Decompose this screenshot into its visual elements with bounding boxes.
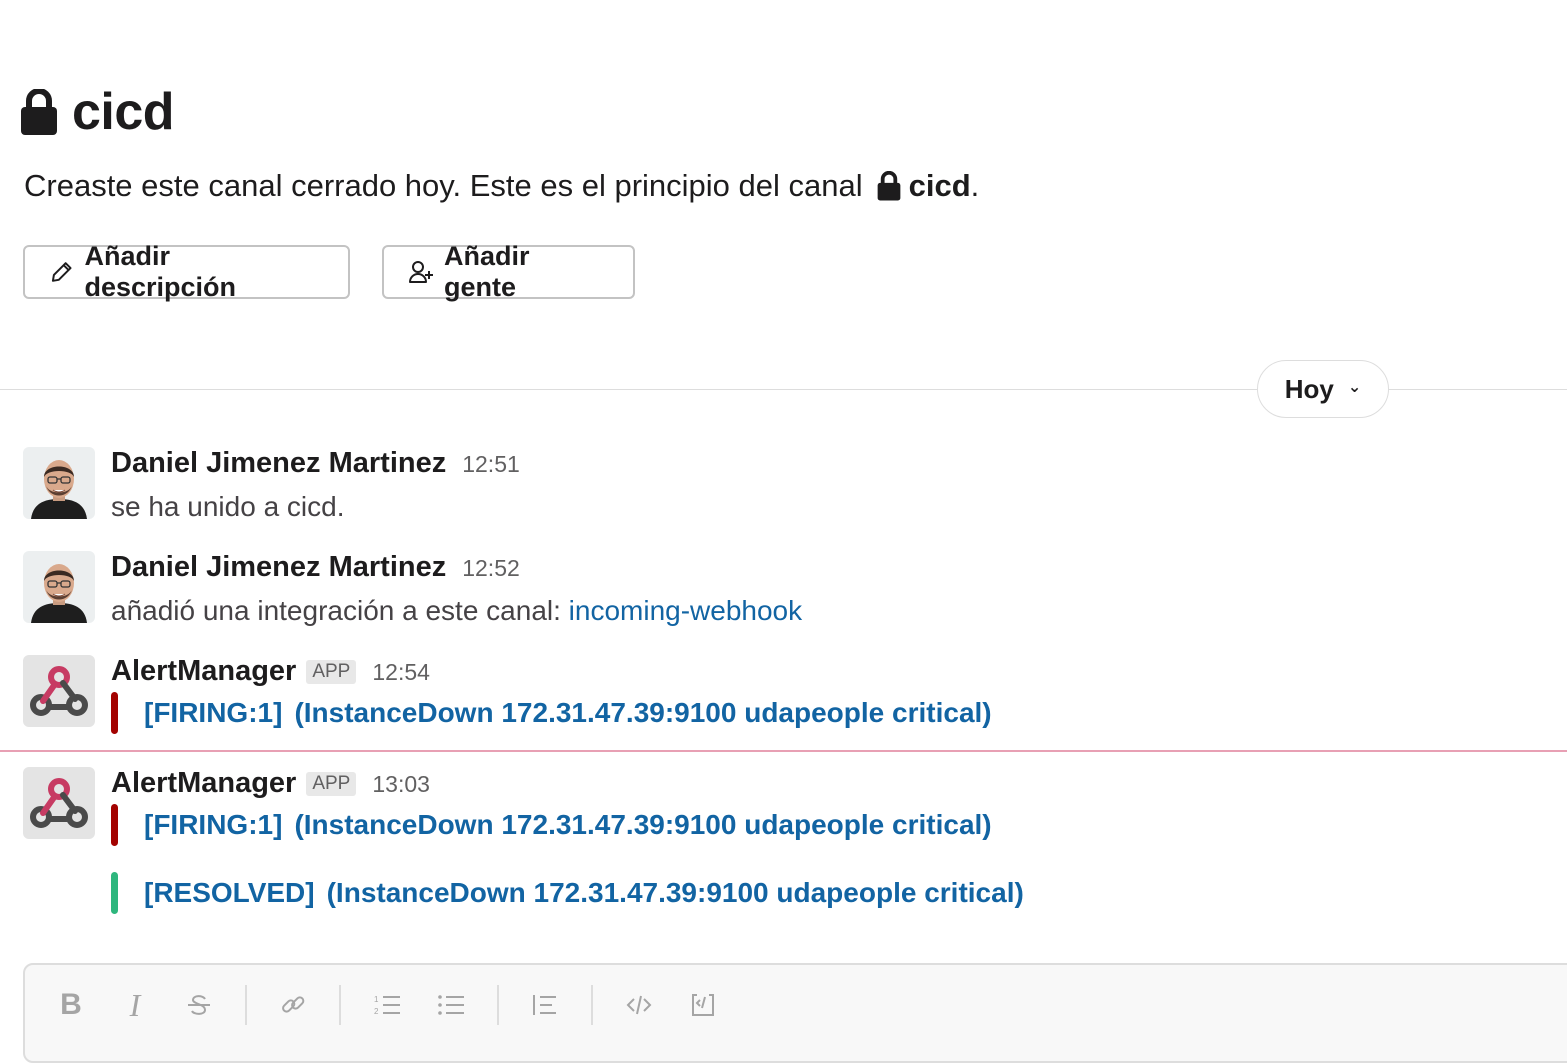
author-name[interactable]: AlertManager xyxy=(111,655,296,688)
message-header: Daniel Jimenez Martinez 12:51 xyxy=(111,447,520,480)
lock-icon xyxy=(877,171,900,201)
alert-attachment: [FIRING:1] (InstanceDown 172.31.47.39:910… xyxy=(111,804,992,846)
avatar[interactable] xyxy=(23,655,95,727)
bulleted-list-icon[interactable] xyxy=(433,987,469,1023)
add-people-label: Añadir gente xyxy=(444,241,530,302)
alert-detail: (InstanceDown 172.31.47.39:9100 udapeopl… xyxy=(326,877,1024,908)
status-color-bar xyxy=(111,804,118,846)
blockquote-icon[interactable] xyxy=(527,987,563,1023)
webhook-icon xyxy=(23,767,95,839)
blockquote-glyph xyxy=(533,995,556,1015)
intro-suffix: . xyxy=(970,168,980,203)
message-header: AlertManager APP 12:54 xyxy=(111,655,430,688)
message-header: AlertManager APP 13:03 xyxy=(111,767,430,800)
avatar[interactable] xyxy=(23,447,95,519)
attachment-title[interactable]: [RESOLVED] (InstanceDown 172.31.47.39:910… xyxy=(144,877,1024,909)
svg-text:2: 2 xyxy=(374,1007,379,1016)
add-description-button[interactable]: Añadir descripción xyxy=(23,241,350,302)
formatting-toolbar: B I 12 xyxy=(53,985,749,1025)
author-name[interactable]: AlertManager xyxy=(111,767,296,800)
pencil-icon xyxy=(51,262,72,282)
intro-channel-name[interactable]: cicd xyxy=(909,168,971,204)
alert-detail: (InstanceDown 172.31.47.39:9100 udapeopl… xyxy=(294,697,992,728)
message-text: añadió una integración a este canal: inc… xyxy=(111,595,802,627)
bold-glyph: B xyxy=(60,988,82,1021)
chevron-down-icon: ⌄ xyxy=(1347,379,1362,396)
app-badge: APP xyxy=(306,660,357,684)
channel-title: cicd xyxy=(20,82,175,142)
alert-status: [FIRING:1] xyxy=(144,809,283,840)
ordered-list-glyph: 12 xyxy=(374,995,400,1016)
alert-status: [RESOLVED] xyxy=(144,877,315,908)
strikethrough-icon[interactable] xyxy=(181,987,217,1023)
user-photo-icon xyxy=(23,447,95,519)
channel-intro: Creaste este canal cerrado hoy. Este es … xyxy=(24,168,979,204)
avatar[interactable] xyxy=(23,551,95,623)
alert-status: [FIRING:1] xyxy=(144,697,283,728)
timestamp[interactable]: 13:03 xyxy=(372,771,430,798)
code-block-icon[interactable] xyxy=(685,987,721,1023)
lock-icon xyxy=(21,89,57,135)
message-text: se ha unido a cicd. xyxy=(111,491,345,523)
timestamp[interactable]: 12:52 xyxy=(462,555,520,582)
attachment-title[interactable]: [FIRING:1] (InstanceDown 172.31.47.39:910… xyxy=(144,809,992,841)
italic-glyph: I xyxy=(129,986,141,1023)
add-description-label: Añadir descripción xyxy=(84,241,237,302)
day-divider-button[interactable]: Hoy ⌄ xyxy=(1257,360,1389,418)
message-body: se ha unido a cicd. xyxy=(111,491,345,522)
message-header: Daniel Jimenez Martinez 12:52 xyxy=(111,551,520,584)
code-block-glyph xyxy=(692,994,714,1016)
toolbar-divider xyxy=(497,985,499,1025)
intro-text: Creaste este canal cerrado hoy. Este es … xyxy=(24,168,863,203)
link-glyph xyxy=(282,996,305,1013)
svg-text:1: 1 xyxy=(374,995,379,1004)
toolbar-divider xyxy=(591,985,593,1025)
bulleted-list-glyph xyxy=(438,995,464,1015)
toolbar-divider xyxy=(339,985,341,1025)
status-color-bar xyxy=(111,692,118,734)
webhook-icon xyxy=(23,655,95,727)
channel-name: cicd xyxy=(72,83,175,141)
code-glyph xyxy=(626,995,652,1015)
message-composer[interactable]: B I 12 xyxy=(23,963,1567,1063)
alert-attachment: [RESOLVED] (InstanceDown 172.31.47.39:910… xyxy=(111,872,1024,914)
attachment-title[interactable]: [FIRING:1] (InstanceDown 172.31.47.39:910… xyxy=(144,697,992,729)
status-color-bar xyxy=(111,872,118,914)
code-icon[interactable] xyxy=(621,987,657,1023)
toolbar-divider xyxy=(245,985,247,1025)
author-name[interactable]: Daniel Jimenez Martinez xyxy=(111,447,446,480)
integration-link[interactable]: incoming-webhook xyxy=(569,595,802,626)
avatar[interactable] xyxy=(23,767,95,839)
strikethrough-glyph xyxy=(188,995,210,1015)
timestamp[interactable]: 12:54 xyxy=(372,659,430,686)
add-people-button[interactable]: Añadir gente xyxy=(382,241,635,302)
timestamp[interactable]: 12:51 xyxy=(462,451,520,478)
day-label: Hoy xyxy=(1284,373,1334,404)
user-photo-icon xyxy=(23,551,95,623)
app-badge: APP xyxy=(306,772,357,796)
italic-icon[interactable]: I xyxy=(117,987,153,1023)
alert-attachment: [FIRING:1] (InstanceDown 172.31.47.39:910… xyxy=(111,692,992,734)
author-name[interactable]: Daniel Jimenez Martinez xyxy=(111,551,446,584)
bold-icon[interactable]: B xyxy=(53,987,89,1023)
alert-detail: (InstanceDown 172.31.47.39:9100 udapeopl… xyxy=(294,809,992,840)
ordered-list-icon[interactable]: 12 xyxy=(369,987,405,1023)
new-messages-divider xyxy=(0,750,1567,752)
link-icon[interactable] xyxy=(275,987,311,1023)
add-person-icon xyxy=(409,261,433,283)
message-body: añadió una integración a este canal: xyxy=(111,595,561,626)
